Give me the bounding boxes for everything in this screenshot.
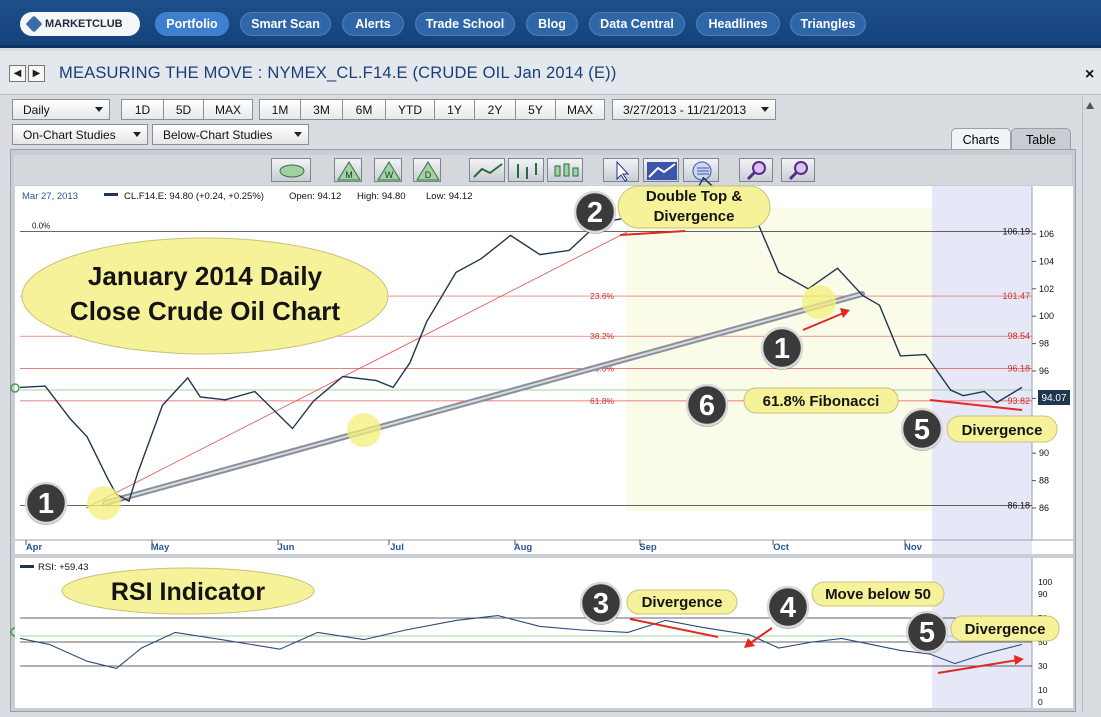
- fib618-text: 61.8% Fibonacci: [763, 393, 880, 410]
- last-price-value: 94.07: [1041, 393, 1066, 404]
- move-below-text: Move below 50: [825, 586, 931, 603]
- price-tick-label: 96: [1039, 366, 1049, 376]
- rsi-title-text: RSI Indicator: [111, 578, 265, 606]
- month-label: Apr: [26, 542, 43, 553]
- fib-value: 86.18: [1007, 501, 1030, 511]
- badge-number: 6: [699, 390, 715, 422]
- fib-value: 106.19: [1002, 226, 1030, 236]
- month-label: Jun: [278, 542, 295, 553]
- price-tick-label: 102: [1039, 284, 1054, 294]
- fib-value: 93.82: [1007, 396, 1030, 406]
- month-label: May: [151, 542, 170, 553]
- month-label: Sep: [639, 542, 657, 553]
- double-top-line2: Divergence: [654, 208, 735, 225]
- fib-value: 101.47: [1002, 291, 1030, 301]
- info-symbol: CL.F14.E: 94.80 (+0.24, +0.25%): [124, 191, 264, 202]
- info-date: Mar 27, 2013: [22, 191, 78, 202]
- month-label: Aug: [514, 542, 533, 553]
- fib-pct: 0.0%: [32, 221, 50, 230]
- rsi-tick-label: 10: [1038, 685, 1048, 695]
- rsi-divergence-text: Divergence: [642, 594, 723, 611]
- touch-point-1: [87, 486, 121, 520]
- info-open: Open: 94.12: [289, 191, 341, 202]
- price-tick-label: 88: [1039, 476, 1049, 486]
- month-label: Oct: [773, 542, 790, 553]
- chart-svg: Mar 27, 2013 CL.F14.E: 94.80 (+0.24, +0.…: [10, 176, 1073, 708]
- info-low: Low: 94.12: [426, 191, 472, 202]
- touch-point-3: [802, 285, 836, 319]
- main-title-line2: Close Crude Oil Chart: [70, 296, 340, 326]
- series-swatch: [104, 193, 118, 196]
- rsi-divergence-text-2: Divergence: [965, 621, 1046, 638]
- month-label: Jul: [390, 542, 404, 553]
- badge-number: 2: [587, 197, 603, 229]
- badge-number: 5: [914, 414, 930, 446]
- badge-number: 3: [593, 588, 609, 620]
- fib-pct: 38.2%: [590, 331, 615, 341]
- main-title-line1: January 2014 Daily: [88, 261, 323, 291]
- badge-number: 5: [919, 617, 935, 649]
- touch-point-2: [347, 413, 381, 447]
- price-tick-label: 98: [1039, 339, 1049, 349]
- month-label: Nov: [904, 542, 923, 553]
- price-tick-label: 86: [1039, 503, 1049, 513]
- price-divergence-text: Divergence: [962, 422, 1043, 439]
- fib-pct: 61.8%: [590, 396, 615, 406]
- badge-number: 1: [38, 488, 54, 520]
- fib-value: 96.18: [1007, 364, 1030, 374]
- rsi-label: RSI: +59.43: [38, 562, 88, 573]
- rsi-tick-label: 100: [1038, 577, 1052, 587]
- price-tick-label: 104: [1039, 256, 1054, 266]
- fib-value: 98.54: [1007, 331, 1030, 341]
- price-tick-label: 100: [1039, 311, 1054, 321]
- badge-number: 4: [780, 592, 796, 624]
- double-top-line1: Double Top &: [646, 188, 743, 205]
- app-window: MARKETCLUB Portfolio Smart Scan Alerts T…: [0, 0, 1101, 717]
- rsi-tick-label: 90: [1038, 589, 1048, 599]
- info-high: High: 94.80: [357, 191, 406, 202]
- price-tick-label: 106: [1039, 229, 1054, 239]
- rsi-tick-label: 30: [1038, 661, 1048, 671]
- price-tick-label: 90: [1039, 448, 1049, 458]
- rsi-swatch: [20, 565, 34, 568]
- right-scrollbar[interactable]: [1082, 97, 1096, 712]
- scroll-up-icon[interactable]: [1085, 101, 1095, 111]
- rsi-tick-label: 0: [1038, 697, 1043, 707]
- fib-pct: 23.6%: [590, 291, 615, 301]
- badge-number: 1: [774, 333, 790, 365]
